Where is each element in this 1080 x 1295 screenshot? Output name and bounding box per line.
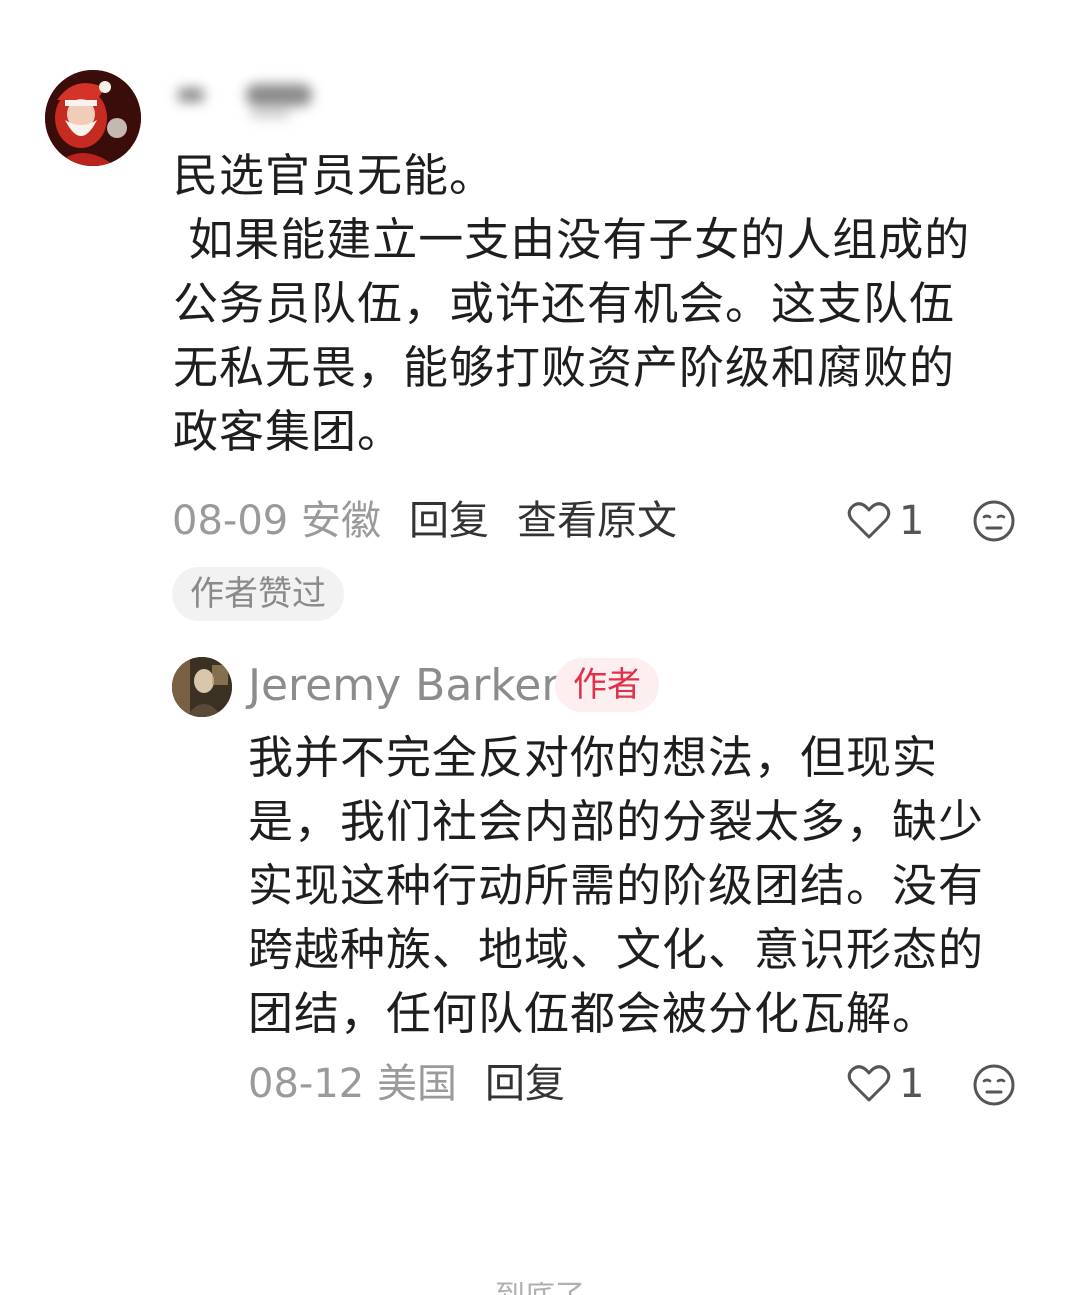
reply-line: 是，我们社会内部的分裂太多，缺少 [248, 795, 985, 848]
reply-username[interactable]: Jeremy Barker [248, 658, 559, 714]
neutral-face-icon [973, 500, 1015, 542]
author-liked-badge: 作者赞过 [172, 567, 344, 621]
reply-like-button[interactable]: 1 [847, 1060, 924, 1108]
comment-line: 公务员队伍，或许还有机会。这支队伍 [173, 277, 956, 330]
reply-meta-row: 08-12 美国 回复 [248, 1060, 565, 1108]
reply-line: 团结，任何队伍都会被分化瓦解。 [248, 987, 939, 1040]
reply-line: 实现这种行动所需的阶级团结。没有 [248, 859, 985, 912]
commenter-username-blurred[interactable] [170, 72, 320, 124]
reply-avatar[interactable] [172, 657, 232, 717]
reply-emoji-button[interactable] [972, 1063, 1016, 1107]
santa-avatar-image [45, 70, 141, 166]
author-badge: 作者 [555, 658, 659, 712]
comment-reply-button[interactable]: 回复 [409, 497, 489, 545]
comment-line: 如果能建立一支由没有子女的人组成的 [173, 213, 971, 266]
user-photo-avatar-image [172, 657, 232, 717]
reply-like-count: 1 [899, 1061, 925, 1107]
end-of-list-hint: 到底了 [440, 1282, 640, 1295]
comment-like-button[interactable]: 1 [847, 497, 924, 545]
comment-line: 政客集团。 [173, 405, 404, 458]
comment-body: 民选官员无能。 如果能建立一支由没有子女的人组成的 公务员队伍，或许还有机会。这… [173, 144, 1033, 464]
comment-meta-row: 08-09 安徽 回复 查看原文 [172, 497, 677, 545]
comment-like-count: 1 [899, 498, 925, 544]
comment-line: 民选官员无能。 [173, 149, 496, 202]
comment-date-location: 08-09 安徽 [172, 498, 381, 544]
commenter-avatar[interactable] [45, 70, 141, 166]
reply-line: 我并不完全反对你的想法，但现实 [248, 731, 939, 784]
heart-icon [847, 1065, 891, 1102]
comment-line: 无私无畏，能够打败资产阶级和腐败的 [173, 341, 956, 394]
reply-body: 我并不完全反对你的想法，但现实 是，我们社会内部的分裂太多，缺少 实现这种行动所… [248, 726, 1048, 1046]
neutral-face-icon [973, 1064, 1015, 1106]
reply-reply-button[interactable]: 回复 [485, 1060, 565, 1108]
heart-icon [847, 502, 891, 539]
reply-line: 跨越种族、地域、文化、意识形态的 [248, 923, 985, 976]
view-original-button[interactable]: 查看原文 [517, 497, 677, 545]
reply-date-location: 08-12 美国 [248, 1061, 457, 1107]
comment-emoji-button[interactable] [972, 499, 1016, 543]
